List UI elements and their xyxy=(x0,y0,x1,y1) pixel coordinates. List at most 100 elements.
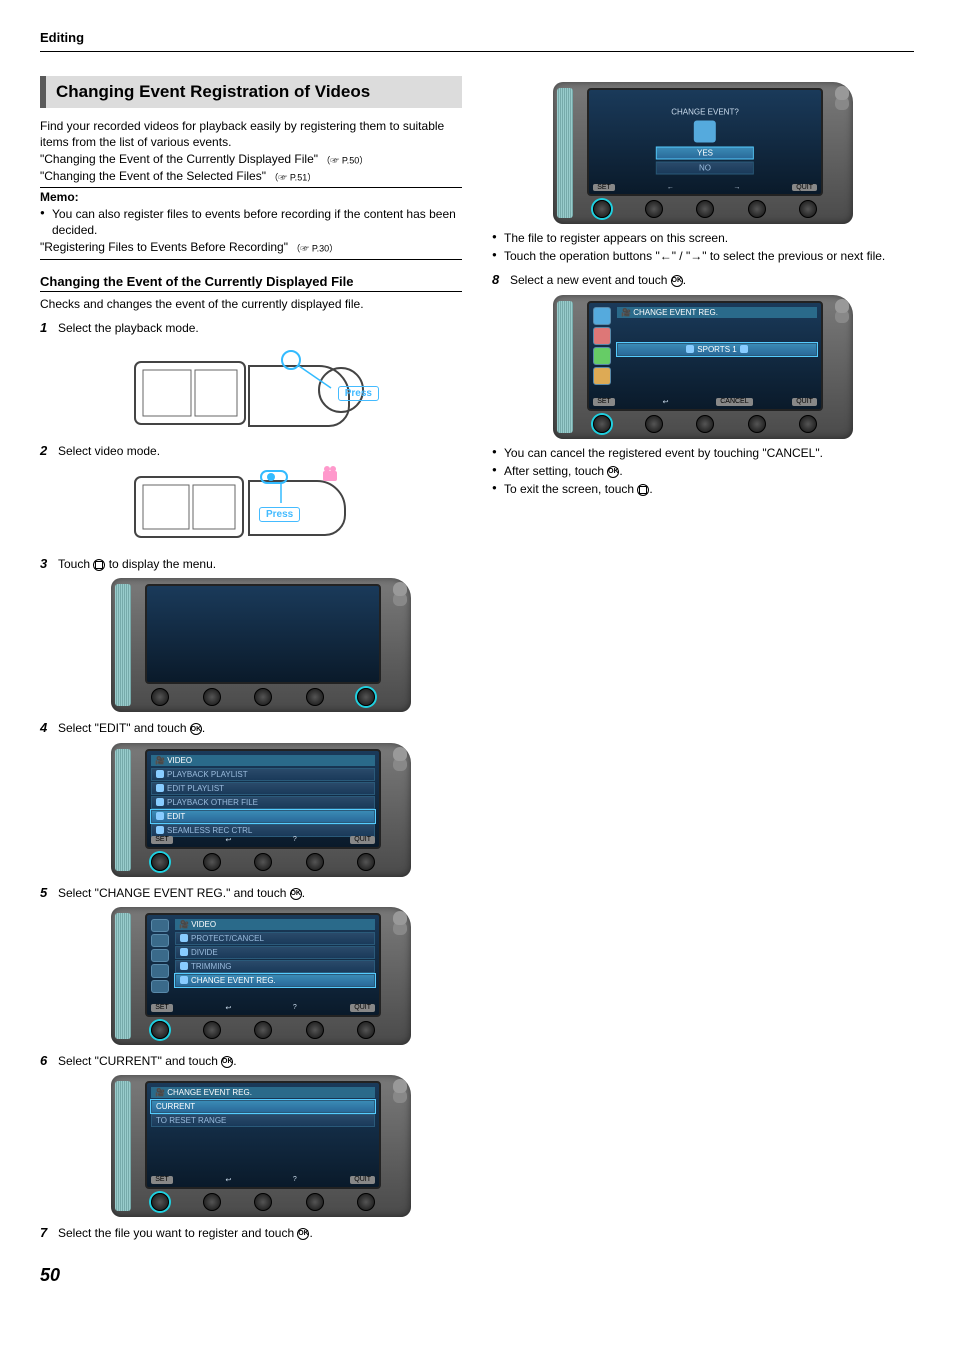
right-column: CHANGE EVENT? YES NO SET ← → QUIT xyxy=(492,76,914,1286)
menu-button[interactable] xyxy=(357,853,375,871)
playlist-icon xyxy=(156,784,164,792)
hw-button[interactable] xyxy=(306,853,324,871)
hw-button[interactable] xyxy=(645,200,663,218)
menu-button[interactable] xyxy=(357,1193,375,1211)
hw-button[interactable] xyxy=(203,1193,221,1211)
hw-button[interactable] xyxy=(306,1193,324,1211)
softkey-help[interactable]: ? xyxy=(284,1176,306,1184)
menu-item[interactable]: TRIMMING xyxy=(175,960,375,973)
softkey-help[interactable]: ? xyxy=(284,836,306,844)
softkey-quit[interactable]: QUIT xyxy=(792,398,817,406)
menu-item[interactable]: DIVIDE xyxy=(175,946,375,959)
ok-icon: OK xyxy=(190,723,202,735)
menu-item[interactable]: PLAYBACK OTHER FILE xyxy=(151,796,375,809)
menu-item[interactable]: TO RESET RANGE xyxy=(151,1114,375,1127)
menu-button[interactable] xyxy=(799,200,817,218)
subheading-desc: Checks and changes the event of the curr… xyxy=(40,296,462,312)
hw-button[interactable] xyxy=(306,1021,324,1039)
figure-step-5: 🎥 VIDEO PROTECT/CANCEL DIVIDE TRIMMING C… xyxy=(60,907,462,1045)
rec-icon xyxy=(156,826,164,834)
step-number: 6 xyxy=(40,1053,52,1068)
hw-button[interactable] xyxy=(254,853,272,871)
softkey-set[interactable]: SET xyxy=(151,1004,173,1012)
hw-button[interactable] xyxy=(696,200,714,218)
subheading: Changing the Event of the Currently Disp… xyxy=(40,274,462,292)
hw-button[interactable] xyxy=(254,1021,272,1039)
hw-button[interactable] xyxy=(306,688,324,706)
step-text-a: Select the file you want to register and… xyxy=(58,1226,297,1240)
menu-button[interactable] xyxy=(357,688,375,706)
camcorder xyxy=(111,578,411,712)
ok-button[interactable] xyxy=(151,853,169,871)
softkey-set[interactable]: SET xyxy=(151,836,173,844)
lcd-screen xyxy=(145,584,381,684)
hw-button[interactable] xyxy=(645,415,663,433)
menu-button[interactable] xyxy=(357,1021,375,1039)
menu-header: 🎥 CHANGE EVENT REG. xyxy=(151,1087,375,1098)
menu-item-selected[interactable]: SPORTS 1 xyxy=(617,343,817,356)
crossref-link-2: "Changing the Event of the Selected File… xyxy=(40,169,462,183)
hw-button[interactable] xyxy=(203,1021,221,1039)
step-text-b: . xyxy=(202,721,205,735)
crossref-page: （☞ P.30） xyxy=(291,244,338,254)
memo-rule-bottom xyxy=(40,259,462,260)
hw-button[interactable] xyxy=(748,415,766,433)
menu-item-selected[interactable]: EDIT xyxy=(151,810,375,823)
menu-item-selected[interactable]: CURRENT xyxy=(151,1100,375,1113)
softkey-cancel[interactable]: CANCEL xyxy=(716,398,752,406)
hw-button[interactable] xyxy=(254,1193,272,1211)
menu-button[interactable] xyxy=(799,415,817,433)
dialog-no[interactable]: NO xyxy=(656,162,753,175)
ok-button[interactable] xyxy=(151,1193,169,1211)
note-bullet: To exit the screen, touch . xyxy=(492,481,914,497)
softkey-back[interactable]: ↩ xyxy=(217,836,239,844)
dialog-yes[interactable]: YES xyxy=(656,147,753,160)
menu-item[interactable]: EDIT PLAYLIST xyxy=(151,782,375,795)
hw-button[interactable] xyxy=(696,415,714,433)
menu-item[interactable]: PROTECT/CANCEL xyxy=(175,932,375,945)
softkey-row: SET ↩ ? QUIT xyxy=(151,1176,375,1184)
hw-button[interactable] xyxy=(203,853,221,871)
softkey-back[interactable]: ↩ xyxy=(655,398,677,406)
ok-icon: OK xyxy=(297,1228,309,1240)
softkey-set[interactable]: SET xyxy=(593,398,615,406)
lcd-screen: 🎥 CHANGE EVENT REG. CURRENT TO RESET RAN… xyxy=(145,1081,381,1189)
softkey-set[interactable]: SET xyxy=(593,184,615,191)
softkey-quit[interactable]: QUIT xyxy=(350,1176,375,1184)
ok-button[interactable] xyxy=(593,415,611,433)
side-icon xyxy=(151,949,169,962)
softkey-row: SET ↩ CANCEL QUIT xyxy=(593,398,817,406)
softkey-set[interactable]: SET xyxy=(151,1176,173,1184)
softkey-quit[interactable]: QUIT xyxy=(350,836,375,844)
ok-icon: OK xyxy=(221,1056,233,1068)
softkey-back[interactable]: ↩ xyxy=(217,1176,239,1184)
camcorder: CHANGE EVENT? YES NO SET ← → QUIT xyxy=(553,82,853,224)
ok-button[interactable] xyxy=(593,200,611,218)
step-text: Select the file you want to register and… xyxy=(58,1225,462,1241)
selected-event-label: SPORTS 1 xyxy=(697,345,736,354)
step-text: Select "CHANGE EVENT REG." and touch OK. xyxy=(58,885,462,901)
crossref-page: （☞ P.51） xyxy=(269,172,316,182)
softkey-back[interactable]: ↩ xyxy=(217,1004,239,1012)
step-text: Select a new event and touch OK. xyxy=(510,272,914,288)
event-icon xyxy=(694,121,716,143)
softkey-left[interactable]: ← xyxy=(659,184,681,191)
hardware-buttons xyxy=(587,411,823,433)
note-bullet: Touch the operation buttons "←" / "→" to… xyxy=(492,248,914,264)
softkey-quit[interactable]: QUIT xyxy=(792,184,817,191)
softkey-quit[interactable]: QUIT xyxy=(350,1004,375,1012)
hw-button[interactable] xyxy=(748,200,766,218)
ok-icon: OK xyxy=(671,275,683,287)
ok-button[interactable] xyxy=(151,1021,169,1039)
press-label: Press xyxy=(259,507,300,522)
hw-button[interactable] xyxy=(203,688,221,706)
step-text: Select "CURRENT" and touch OK. xyxy=(58,1053,462,1069)
menu-item[interactable]: PLAYBACK PLAYLIST xyxy=(151,768,375,781)
menu-item-selected[interactable]: CHANGE EVENT REG. xyxy=(175,974,375,987)
softkey-help[interactable]: ? xyxy=(284,1004,306,1012)
side-icon xyxy=(593,367,611,385)
ok-button[interactable] xyxy=(151,688,169,706)
side-icon xyxy=(593,307,611,325)
softkey-right[interactable]: → xyxy=(726,184,748,191)
hw-button[interactable] xyxy=(254,688,272,706)
